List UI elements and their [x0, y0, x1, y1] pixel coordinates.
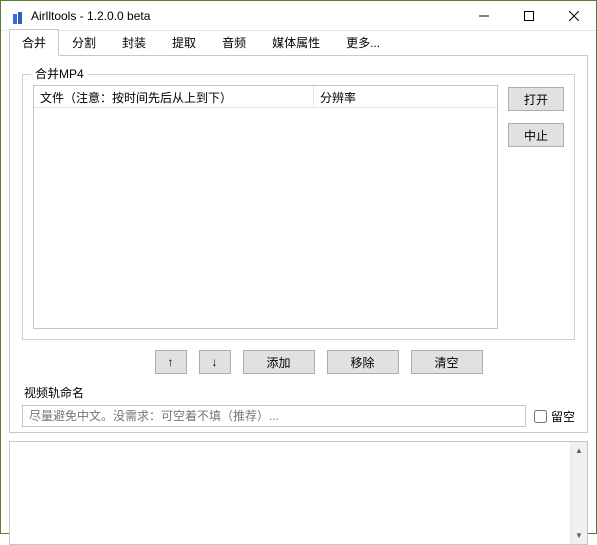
close-button[interactable] [551, 1, 596, 30]
tab-audio[interactable]: 音频 [209, 29, 259, 56]
empty-checkbox-label: 留空 [551, 408, 575, 425]
tab-split[interactable]: 分割 [59, 29, 109, 56]
file-listview[interactable]: 文件（注意：按时间先后从上到下） 分辨率 [33, 85, 498, 329]
tab-more[interactable]: 更多... [333, 29, 393, 56]
merge-groupbox: 合并MP4 文件（注意：按时间先后从上到下） 分辨率 打开 中止 [22, 74, 575, 340]
move-down-button[interactable]: ↓ [199, 350, 231, 374]
empty-checkbox-wrap[interactable]: 留空 [534, 408, 575, 425]
groupbox-title: 合并MP4 [31, 65, 88, 82]
maximize-button[interactable] [506, 1, 551, 30]
window-controls [461, 1, 596, 30]
tab-extract[interactable]: 提取 [159, 29, 209, 56]
listview-body[interactable] [34, 108, 497, 328]
track-name-label: 视频轨命名 [24, 384, 573, 401]
scroll-down-arrow[interactable]: ▼ [571, 527, 587, 544]
scroll-track[interactable] [571, 459, 587, 527]
tab-merge[interactable]: 合并 [9, 29, 59, 56]
empty-checkbox[interactable] [534, 410, 547, 423]
scroll-up-arrow[interactable]: ▲ [571, 442, 587, 459]
column-resolution[interactable]: 分辨率 [314, 86, 497, 107]
column-file[interactable]: 文件（注意：按时间先后从上到下） [34, 86, 314, 107]
track-name-input[interactable] [22, 405, 526, 427]
stop-button[interactable]: 中止 [508, 123, 564, 147]
tab-bar: 合并 分割 封装 提取 音频 媒体属性 更多... [1, 31, 596, 55]
move-up-button[interactable]: ↑ [155, 350, 187, 374]
minimize-button[interactable] [461, 1, 506, 30]
app-icon [9, 8, 25, 24]
tab-mux[interactable]: 封装 [109, 29, 159, 56]
output-log[interactable]: ▲ ▼ [9, 441, 588, 545]
track-name-row: 留空 [22, 405, 575, 427]
clear-button[interactable]: 清空 [411, 350, 483, 374]
tab-content: 合并MP4 文件（注意：按时间先后从上到下） 分辨率 打开 中止 ↑ ↓ 添加 … [9, 55, 588, 433]
listview-header: 文件（注意：按时间先后从上到下） 分辨率 [34, 86, 497, 108]
open-button[interactable]: 打开 [508, 87, 564, 111]
window-title: Airlltools - 1.2.0.0 beta [31, 9, 461, 23]
titlebar: Airlltools - 1.2.0.0 beta [1, 1, 596, 31]
scrollbar[interactable]: ▲ ▼ [570, 442, 587, 544]
tab-media-props[interactable]: 媒体属性 [259, 29, 333, 56]
order-action-row: ↑ ↓ 添加 移除 清空 [62, 350, 575, 374]
add-button[interactable]: 添加 [243, 350, 315, 374]
remove-button[interactable]: 移除 [327, 350, 399, 374]
side-buttons: 打开 中止 [508, 85, 564, 329]
